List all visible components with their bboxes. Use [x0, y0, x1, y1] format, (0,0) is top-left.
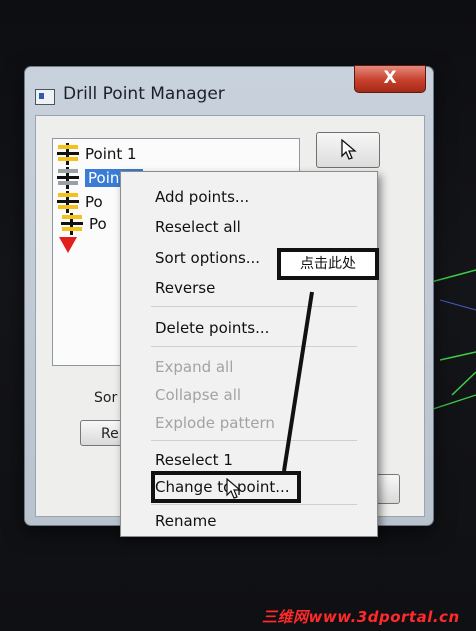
menu-item-expand-all: Expand all: [155, 358, 234, 376]
cursor-arrow-icon: [341, 139, 357, 160]
mouse-cursor-icon: [226, 478, 242, 499]
menu-item-collapse-all: Collapse all: [155, 386, 242, 404]
pick-points-button[interactable]: [316, 132, 380, 168]
menu-separator: [151, 346, 357, 347]
menu-item-sort-options[interactable]: Sort options...: [155, 249, 260, 267]
menu-item-delete-points[interactable]: Delete points...: [155, 319, 269, 337]
tree-item-point-3[interactable]: Po: [57, 191, 103, 213]
menu-item-reverse[interactable]: Reverse: [155, 279, 215, 297]
sort-label: Sor: [94, 390, 118, 406]
menu-separator: [151, 504, 357, 505]
menu-item-reselect-all[interactable]: Reselect all: [155, 218, 241, 236]
menu-separator: [151, 306, 357, 307]
drill-point-icon: [57, 191, 79, 213]
end-marker-icon: [59, 237, 77, 253]
watermark-text: 三维网www.3dportal.cn: [262, 608, 460, 626]
drill-point-icon: [61, 213, 83, 235]
menu-item-reselect-1[interactable]: Reselect 1: [155, 451, 233, 469]
menu-separator: [151, 440, 357, 441]
menu-item-explode-pattern: Explode pattern: [155, 414, 275, 432]
tree-item-point-1[interactable]: Point 1: [57, 143, 137, 165]
close-button[interactable]: X: [354, 65, 426, 93]
tree-item-point-4[interactable]: Po: [61, 213, 107, 235]
annotation-callout: 点击此处: [277, 248, 379, 280]
app-icon: [35, 89, 55, 105]
drill-point-icon: [57, 167, 79, 189]
menu-item-add-points[interactable]: Add points...: [155, 188, 249, 206]
title-bar[interactable]: Drill Point Manager X: [25, 65, 433, 111]
window-title: Drill Point Manager: [63, 84, 225, 104]
menu-item-rename[interactable]: Rename: [155, 512, 217, 530]
drill-point-icon: [57, 143, 79, 165]
